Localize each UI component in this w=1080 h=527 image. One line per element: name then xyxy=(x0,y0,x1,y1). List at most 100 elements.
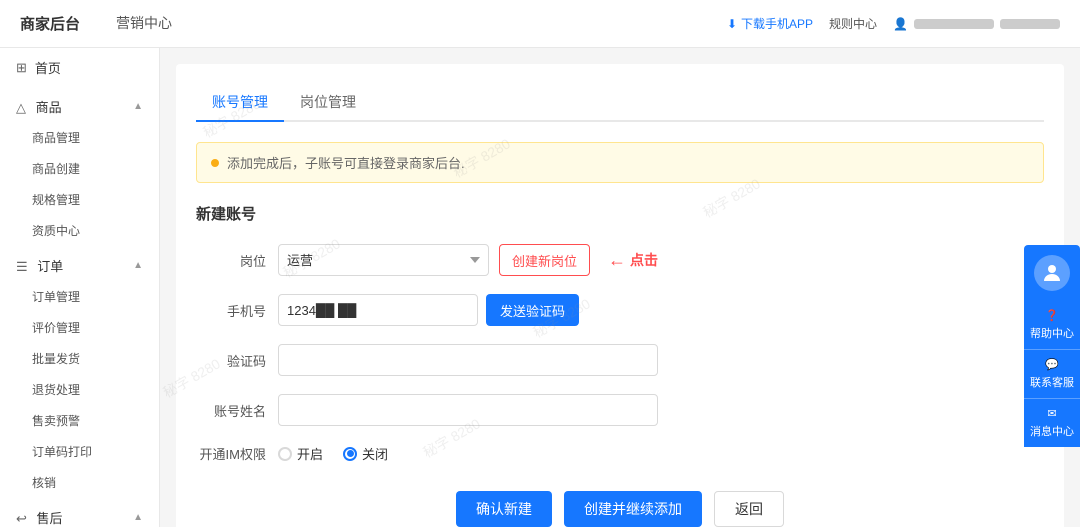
form-title: 新建账号 xyxy=(196,203,1044,224)
radio-circle-open xyxy=(278,447,292,461)
float-contact-btn[interactable]: 💬 联系客服 xyxy=(1024,349,1080,398)
user-icon: 👤 xyxy=(893,17,908,31)
sidebar-item-review-mgmt[interactable]: 评价管理 xyxy=(0,312,159,343)
form-row-im: 开通IM权限 开启 关闭 xyxy=(196,444,1044,463)
im-open-label: 开启 xyxy=(297,444,323,463)
main-layout: ⊞ 首页 △ 商品 ▲ 商品管理 商品创建 规格管理 资质中心 ☰ 订单 xyxy=(0,48,1080,527)
header-actions: ⬇ 下载手机APP 规则中心 👤 xyxy=(727,15,1060,32)
sidebar-section-products: △ 商品 ▲ 商品管理 商品创建 规格管理 资质中心 xyxy=(0,87,159,246)
im-radio-close[interactable]: 关闭 xyxy=(343,444,388,463)
phone-input-wrap xyxy=(278,294,478,326)
logo: 商家后台 xyxy=(20,13,80,34)
annotation: ← 点击 xyxy=(608,250,658,271)
orders-icon: ☰ xyxy=(16,259,28,274)
sidebar-item-spec-mgmt[interactable]: 规格管理 xyxy=(0,184,159,215)
position-select[interactable]: 运营 xyxy=(278,244,489,276)
aftersale-icon: ↩ xyxy=(16,511,27,526)
home-icon: ⊞ xyxy=(16,60,27,76)
sidebar-section-aftersale: ↩ 售后 ▲ 未发货退款 已发货售后 客服电话设置 服务请求 极速退款助手 xyxy=(0,498,159,527)
send-code-button[interactable]: 发送验证码 xyxy=(486,294,579,326)
products-label: 商品 xyxy=(36,100,62,115)
card-tabs: 账号管理 岗位管理 xyxy=(196,84,1044,122)
user-dots2 xyxy=(1000,19,1060,29)
main-card: 账号管理 岗位管理 添加完成后，子账号可直接登录商家后台. 新建账号 岗位 运营 xyxy=(176,64,1064,527)
chevron-down-icon: ▲ xyxy=(133,101,143,112)
sidebar-section-header-orders[interactable]: ☰ 订单 ▲ xyxy=(0,246,159,281)
sidebar-item-home[interactable]: ⊞ 首页 xyxy=(0,48,159,87)
sidebar-item-resource-center[interactable]: 资质中心 xyxy=(0,215,159,246)
contact-icon: 💬 xyxy=(1045,358,1059,371)
sidebar-item-return[interactable]: 退货处理 xyxy=(0,374,159,405)
user-dots xyxy=(914,19,994,29)
confirm-create-button[interactable]: 确认新建 xyxy=(456,491,552,527)
nav-tab-marketing[interactable]: 营销中心 xyxy=(104,0,184,48)
im-radio-open[interactable]: 开启 xyxy=(278,444,323,463)
verify-code-label: 验证码 xyxy=(196,351,266,370)
account-name-label: 账号姓名 xyxy=(196,401,266,420)
position-control: 运营 创建新岗位 ← 点击 xyxy=(278,244,658,276)
im-radio-group: 开启 关闭 xyxy=(278,444,658,463)
sidebar-home-label: 首页 xyxy=(35,58,61,77)
sidebar-section-orders: ☰ 订单 ▲ 订单管理 评价管理 批量发货 退货处理 售卖预警 订单码打印 核销 xyxy=(0,246,159,498)
radio-circle-close xyxy=(343,447,357,461)
sidebar: ⊞ 首页 △ 商品 ▲ 商品管理 商品创建 规格管理 资质中心 ☰ 订单 xyxy=(0,48,160,527)
account-name-control xyxy=(278,394,658,426)
notice-dot-icon xyxy=(211,159,219,167)
phone-label: 手机号 xyxy=(196,301,266,320)
im-close-label: 关闭 xyxy=(362,444,388,463)
phone-row: 发送验证码 xyxy=(278,294,658,326)
aftersale-label: 售后 xyxy=(37,511,63,526)
sidebar-section-header-products[interactable]: △ 商品 ▲ xyxy=(0,87,159,122)
right-float-panel: ❓ 帮助中心 💬 联系客服 ✉ 消息中心 xyxy=(1024,245,1080,447)
contact-label: 联系客服 xyxy=(1030,374,1074,390)
position-select-wrap: 运营 创建新岗位 ← 点击 xyxy=(278,244,658,276)
position-label: 岗位 xyxy=(196,251,266,270)
rules-center-link[interactable]: 规则中心 xyxy=(829,15,877,32)
sidebar-item-bulk-ship[interactable]: 批量发货 xyxy=(0,343,159,374)
action-buttons: 确认新建 创建并继续添加 返回 xyxy=(196,491,1044,527)
chevron-down-icon-aftersale: ▲ xyxy=(133,512,143,523)
message-icon: ✉ xyxy=(1047,407,1056,420)
products-icon: △ xyxy=(16,100,26,115)
user-info: 👤 xyxy=(893,17,1060,31)
tab-account-mgmt[interactable]: 账号管理 xyxy=(196,84,284,122)
create-position-button[interactable]: 创建新岗位 xyxy=(499,244,590,276)
im-control: 开启 关闭 xyxy=(278,444,658,463)
sidebar-item-checkout[interactable]: 核销 xyxy=(0,467,159,498)
notice-text: 添加完成后，子账号可直接登录商家后台. xyxy=(227,153,465,172)
form-row-position: 岗位 运营 创建新岗位 ← 点击 xyxy=(196,244,1044,276)
float-avatar-button[interactable] xyxy=(1024,245,1080,301)
sidebar-item-sale-warn[interactable]: 售卖预警 xyxy=(0,405,159,436)
float-message-btn[interactable]: ✉ 消息中心 xyxy=(1024,398,1080,447)
float-avatar-icon xyxy=(1034,255,1070,291)
tab-position-mgmt[interactable]: 岗位管理 xyxy=(284,84,372,122)
phone-input[interactable] xyxy=(278,294,478,326)
create-continue-button[interactable]: 创建并继续添加 xyxy=(564,491,702,527)
top-header: 商家后台 营销中心 ⬇ 下载手机APP 规则中心 👤 xyxy=(0,0,1080,48)
im-label: 开通IM权限 xyxy=(196,444,266,463)
sidebar-section-header-aftersale[interactable]: ↩ 售后 ▲ xyxy=(0,498,159,527)
orders-label: 订单 xyxy=(37,259,63,274)
annotation-text: 点击 xyxy=(630,250,658,270)
verify-code-input[interactable] xyxy=(278,344,658,376)
arrow-left-icon: ← xyxy=(608,250,626,271)
account-name-input[interactable] xyxy=(278,394,658,426)
form-row-account-name: 账号姓名 xyxy=(196,394,1044,426)
sidebar-item-product-mgmt[interactable]: 商品管理 xyxy=(0,122,159,153)
sidebar-item-order-mgmt[interactable]: 订单管理 xyxy=(0,281,159,312)
message-label: 消息中心 xyxy=(1030,423,1074,439)
download-app-link[interactable]: ⬇ 下载手机APP xyxy=(727,15,813,32)
form-row-phone: 手机号 发送验证码 xyxy=(196,294,1044,326)
help-label: 帮助中心 xyxy=(1030,325,1074,341)
content-area: 账号管理 岗位管理 添加完成后，子账号可直接登录商家后台. 新建账号 岗位 运营 xyxy=(160,48,1080,527)
sidebar-item-order-print[interactable]: 订单码打印 xyxy=(0,436,159,467)
phone-control: 发送验证码 xyxy=(278,294,658,326)
float-help-btn[interactable]: ❓ 帮助中心 xyxy=(1024,301,1080,349)
back-button[interactable]: 返回 xyxy=(714,491,784,527)
notice-bar: 添加完成后，子账号可直接登录商家后台. xyxy=(196,142,1044,183)
help-icon: ❓ xyxy=(1045,309,1059,322)
chevron-down-icon-orders: ▲ xyxy=(133,260,143,271)
download-icon: ⬇ xyxy=(727,17,737,31)
sidebar-item-product-create[interactable]: 商品创建 xyxy=(0,153,159,184)
form-row-verify-code: 验证码 xyxy=(196,344,1044,376)
